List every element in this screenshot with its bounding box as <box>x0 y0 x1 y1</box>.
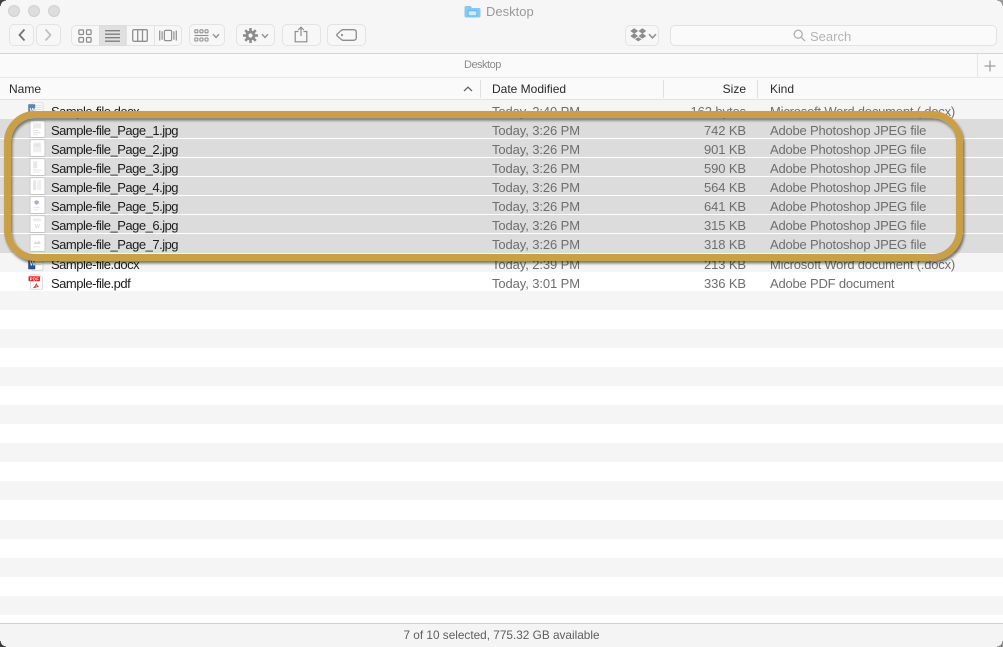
svg-text:PDF: PDF <box>30 276 39 281</box>
